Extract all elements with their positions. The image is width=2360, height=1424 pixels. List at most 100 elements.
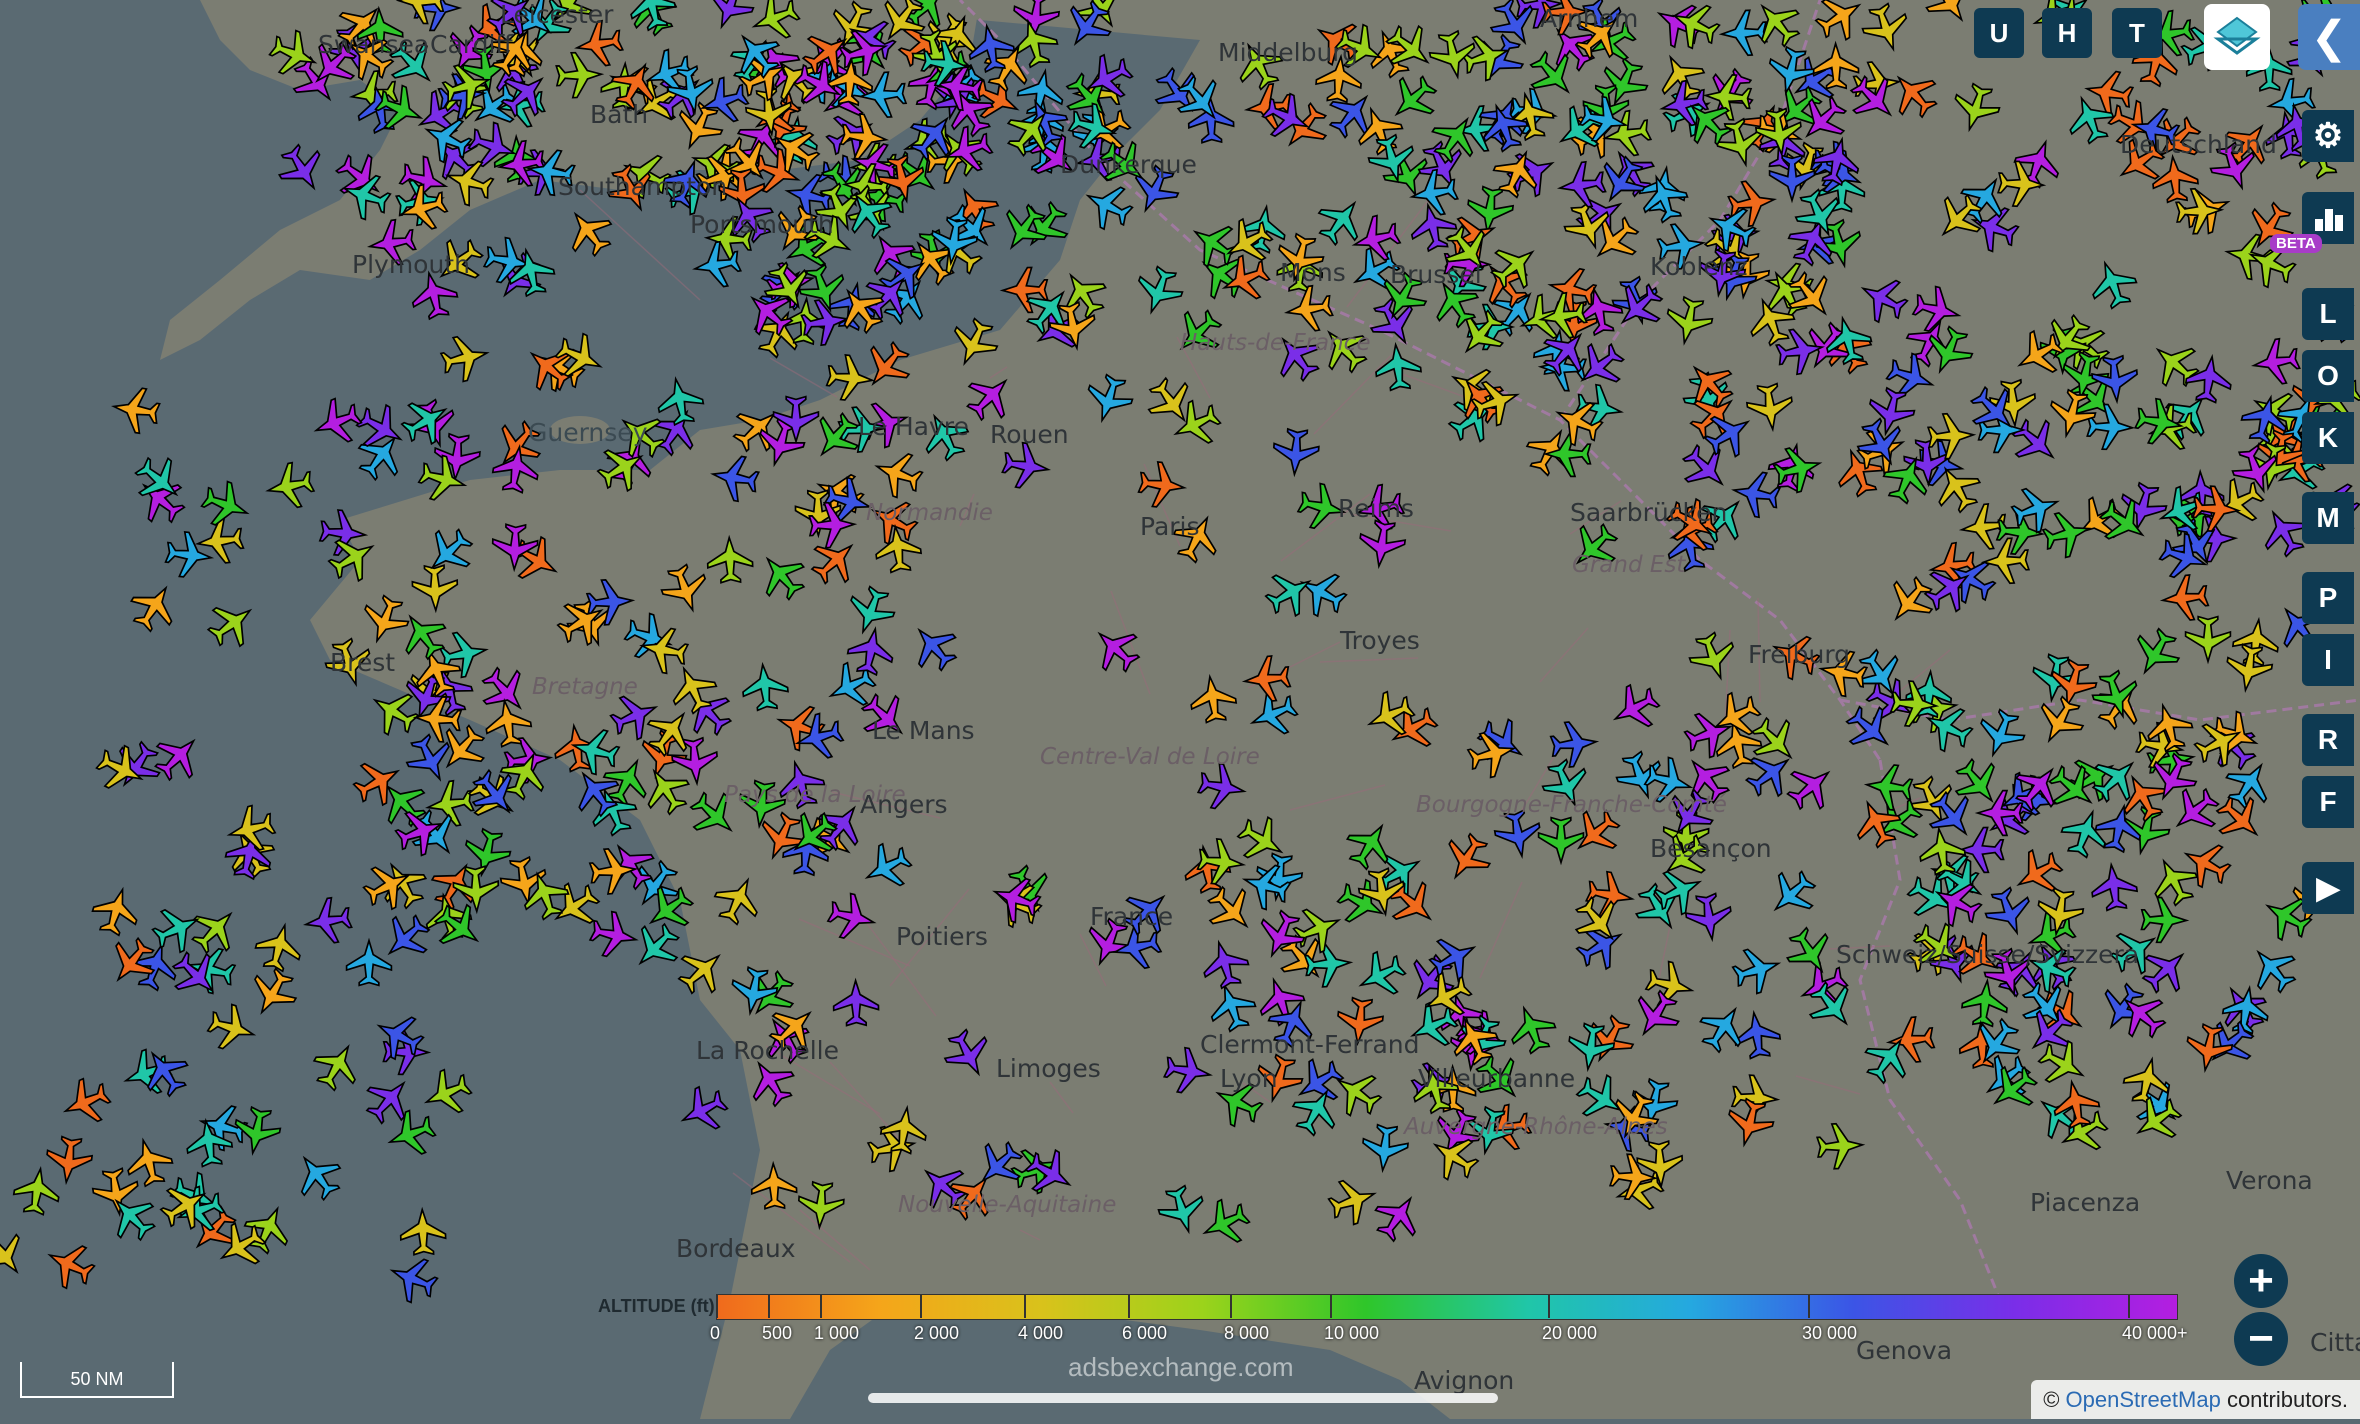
openstreetmap-link[interactable]: OpenStreetMap [2066, 1387, 2221, 1412]
altitude-legend-title: ALTITUDE (ft) [598, 1296, 715, 1316]
beta-badge: BETA [2270, 234, 2322, 253]
map-label: Guernsey [528, 418, 648, 447]
map-label: Villeurbanne [1418, 1064, 1576, 1093]
toolbar-button-p[interactable]: P [2302, 572, 2354, 624]
gear-icon: ⚙ [2312, 117, 2344, 155]
map-label: Leicester [500, 0, 614, 29]
legend-tick-label: 10 000 [1324, 1323, 1380, 1343]
map-label: Clermont-Ferrand [1200, 1030, 1420, 1059]
map-label: Bath [590, 100, 649, 129]
map-label: Besançon [1650, 834, 1772, 863]
legend-tick-mark [920, 1294, 922, 1318]
legend-tick-mark [1808, 1294, 1810, 1318]
map-label: Brussel [1390, 260, 1482, 289]
toolbar-button-h[interactable]: H [2042, 8, 2092, 58]
map-label: Hauts-de-France [1180, 330, 1371, 356]
legend-tick-label: 500 [762, 1323, 793, 1343]
map-label: Lyon [1220, 1064, 1278, 1093]
zoom-out-button[interactable]: − [2234, 1312, 2288, 1366]
zoom-in-button[interactable]: + [2234, 1254, 2288, 1308]
legend-tick-label: 0 [710, 1323, 721, 1343]
map-canvas[interactable]: Swansea Cardiff Bath Southampton Plymouth Por… [0, 0, 2360, 1419]
legend-tick-label: 20 000 [1542, 1323, 1598, 1343]
map-label: Piacenza [2030, 1188, 2141, 1217]
map-label: Avignon [1414, 1366, 1515, 1395]
map-label: Bretagne [532, 674, 638, 700]
legend-tick-label: 2 000 [914, 1323, 960, 1343]
map-label: Portsmouth [690, 210, 834, 239]
map-label: Deutschland [2120, 130, 2277, 159]
map-label: Paris [1140, 512, 1200, 541]
toolbar-button-u[interactable]: U [1974, 8, 2024, 58]
attribution-suffix: contributors. [2220, 1387, 2348, 1412]
attribution-prefix: © [2043, 1387, 2066, 1412]
map-label: Bordeaux [676, 1234, 796, 1263]
layers-button[interactable] [2204, 4, 2270, 70]
legend-tick-mark [1548, 1294, 1550, 1318]
legend-tick-mark [1024, 1294, 1026, 1318]
toolbar-button-o[interactable]: O [2302, 350, 2354, 402]
map-label: Genova [1856, 1336, 1953, 1365]
legend-tick-mark [716, 1294, 718, 1318]
map-label: Plymouth [352, 250, 470, 279]
legend-tick-mark [820, 1294, 822, 1318]
map-label: Le Mans [872, 716, 975, 745]
altitude-legend-bar [716, 1294, 2178, 1320]
map-label: Middelburg [1218, 38, 1359, 67]
toolbar-button-r[interactable]: R [2302, 714, 2354, 766]
plus-icon: + [2248, 1256, 2274, 1305]
map-label: Schweiz/Suisse/Svizzera [1836, 940, 2140, 969]
toolbar-button-k[interactable]: K [2302, 412, 2354, 464]
legend-tick-label: 30 000 [1802, 1323, 1858, 1343]
bar-chart-icon [2315, 209, 2343, 231]
toolbar-button-t[interactable]: T [2112, 8, 2162, 58]
map-label: Dunkerque [1060, 150, 1197, 179]
legend-tick-mark [1230, 1294, 1232, 1318]
map-label: Normandie [866, 500, 993, 526]
legend-tick-label: 4 000 [1018, 1323, 1064, 1343]
legend-tick-label: 1 000 [814, 1323, 860, 1343]
map-label: Nouvelle-Aquitaine [898, 1192, 1117, 1218]
legend-tick-mark [768, 1294, 770, 1318]
legend-tick-mark [2128, 1294, 2130, 1318]
map-label: Mons [1280, 258, 1346, 287]
map-label: Swansea [318, 30, 430, 59]
map-label: Auvergne-Rhône-Alpes [1404, 1114, 1668, 1140]
legend-tick-label: 40 000+ [2122, 1323, 2188, 1343]
map-label: Reims [1338, 494, 1414, 523]
map-label: Angers [860, 790, 948, 819]
replay-button[interactable]: ▶ [2302, 862, 2354, 914]
map-label: Verona [2226, 1166, 2313, 1195]
toolbar-button-i[interactable]: I [2302, 634, 2354, 686]
legend-tick-mark [1128, 1294, 1130, 1318]
map-label: Limoges [996, 1054, 1101, 1083]
map-label: La Rochelle [696, 1036, 839, 1065]
map-label: Southampton [558, 172, 728, 201]
settings-button[interactable]: ⚙ [2302, 110, 2354, 162]
map-label: Cardiff [430, 30, 513, 59]
toolbar-button-m[interactable]: M [2302, 492, 2354, 544]
map-label: Le Havre [858, 412, 969, 441]
watermark: adsbexchange.com [1068, 1352, 1294, 1382]
map-label: Grand Est [1572, 552, 1686, 578]
collapse-panel-button[interactable]: ❮ [2298, 4, 2360, 70]
toolbar-button-f[interactable]: F [2302, 776, 2354, 828]
layers-icon [2213, 16, 2261, 55]
map-label: France [1090, 902, 1174, 931]
map-label: Rouen [990, 420, 1069, 449]
map-label: Centre-Val de Loire [1040, 744, 1260, 770]
map-attribution: © OpenStreetMap contributors. [2031, 1380, 2360, 1419]
chevron-left-icon: ❮ [2310, 12, 2348, 62]
map-label: Koblenz [1650, 252, 1748, 281]
minus-icon: − [2248, 1314, 2274, 1363]
scale-bar: 50 NM [20, 1362, 174, 1398]
legend-tick-mark [1330, 1294, 1332, 1318]
legend-tick-label: 6 000 [1122, 1323, 1168, 1343]
map-label: Poitiers [896, 922, 988, 951]
home-indicator [868, 1393, 1498, 1403]
map-label: Freiburg [1748, 640, 1851, 669]
map-label: Bourgogne-Franche-Comté [1416, 792, 1727, 818]
toolbar-button-l[interactable]: L [2302, 288, 2354, 340]
map-label: Troyes [1340, 626, 1420, 655]
map-label: Arnhem [1540, 4, 1639, 33]
